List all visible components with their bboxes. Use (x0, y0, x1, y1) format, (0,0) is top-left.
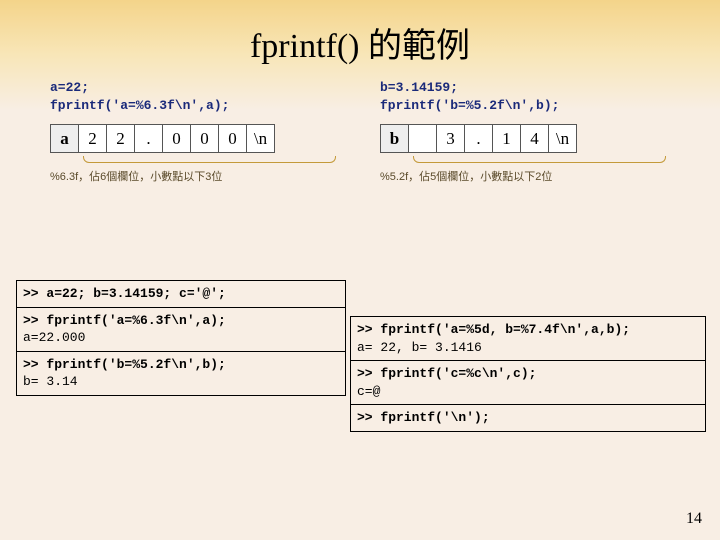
output-line: c=@ (357, 383, 699, 401)
slide-number: 14 (686, 510, 702, 528)
brace-caption-right (409, 156, 670, 164)
cmd-box: >> fprintf('a=%6.3f\n',a); a=22.000 (16, 307, 346, 352)
note-right: %5.2f，佔5個欄位，小數點以下2位 (380, 168, 670, 184)
cmd-box: >> a=22; b=3.14159; c='@'; (16, 280, 346, 308)
cell: 2 (107, 125, 135, 153)
cell: \n (247, 125, 275, 153)
src-right-1: b=3.14159; (380, 79, 670, 97)
slide-title: fprintf() 的範例 (0, 0, 720, 67)
src-left-1: a=22; (50, 79, 340, 97)
cell: 4 (521, 125, 549, 153)
cmd-line: >> fprintf('c=%c\n',c); (357, 365, 699, 383)
cmd-line: >> fprintf('\n'); (357, 410, 490, 425)
cell: . (465, 125, 493, 153)
cell (409, 125, 437, 153)
cmd-line: >> fprintf('a=%5d, b=%7.4f\n',a,b); (357, 321, 699, 339)
brace-right (380, 156, 670, 164)
brace-left (50, 156, 340, 164)
output-line: a= 22, b= 3.1416 (357, 339, 699, 357)
examples-row: a=22; fprintf('a=%6.3f\n',a); a 2 2 . 0 … (0, 67, 720, 184)
table-left: a 2 2 . 0 0 0 \n (50, 124, 275, 153)
cell: . (135, 125, 163, 153)
cell: 0 (163, 125, 191, 153)
example-right: b=3.14159; fprintf('b=%5.2f\n',b); b 3 .… (380, 79, 670, 184)
cmd-boxes-right: >> fprintf('a=%5d, b=%7.4f\n',a,b); a= 2… (350, 316, 706, 431)
brace-caption-left (79, 156, 340, 164)
cell: 0 (219, 125, 247, 153)
cell: 3 (437, 125, 465, 153)
cmd-box: >> fprintf('c=%c\n',c); c=@ (350, 360, 706, 405)
cell: b (381, 125, 409, 153)
cmd-box: >> fprintf('a=%5d, b=%7.4f\n',a,b); a= 2… (350, 316, 706, 361)
cell: 0 (191, 125, 219, 153)
cell: a (51, 125, 79, 153)
cmd-box: >> fprintf('b=%5.2f\n',b); b= 3.14 (16, 351, 346, 396)
cell: \n (549, 125, 577, 153)
cmd-boxes-left: >> a=22; b=3.14159; c='@'; >> fprintf('a… (16, 280, 346, 395)
table-right: b 3 . 1 4 \n (380, 124, 577, 153)
src-left-2: fprintf('a=%6.3f\n',a); (50, 97, 340, 115)
output-line: b= 3.14 (23, 373, 339, 391)
cmd-box: >> fprintf('\n'); (350, 404, 706, 432)
example-left: a=22; fprintf('a=%6.3f\n',a); a 2 2 . 0 … (50, 79, 340, 184)
src-right-2: fprintf('b=%5.2f\n',b); (380, 97, 670, 115)
cmd-line: >> a=22; b=3.14159; c='@'; (23, 286, 226, 301)
cell: 2 (79, 125, 107, 153)
cell: 1 (493, 125, 521, 153)
output-line: a=22.000 (23, 329, 339, 347)
cmd-line: >> fprintf('b=%5.2f\n',b); (23, 356, 339, 374)
src-right: b=3.14159; fprintf('b=%5.2f\n',b); (380, 79, 670, 114)
note-left: %6.3f，佔6個欄位，小數點以下3位 (50, 168, 340, 184)
cmd-line: >> fprintf('a=%6.3f\n',a); (23, 312, 339, 330)
src-left: a=22; fprintf('a=%6.3f\n',a); (50, 79, 340, 114)
